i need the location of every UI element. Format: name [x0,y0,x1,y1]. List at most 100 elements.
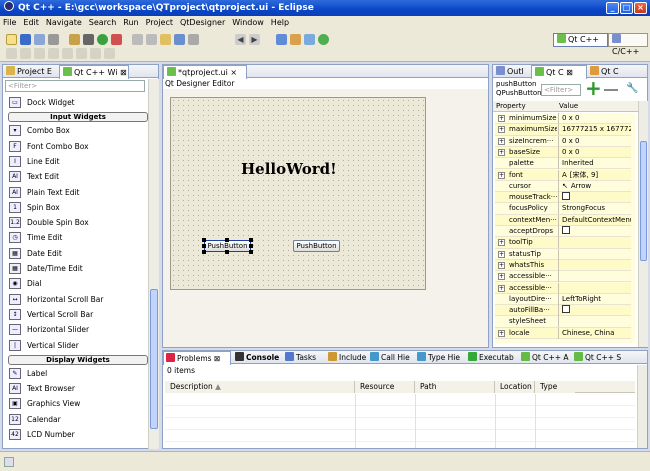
resize-handle[interactable] [202,250,206,254]
close-icon[interactable]: × [230,68,237,77]
property-row[interactable]: + font A [宋体, 9] [495,169,631,181]
widget-item-line-edit[interactable]: I Line Edit [3,154,148,169]
forward-icon[interactable]: ▶ [249,33,260,45]
remove-property-icon[interactable] [604,89,618,91]
property-row[interactable]: layoutDire··· LeftToRight [495,293,631,306]
menu-project[interactable]: Project [146,18,173,27]
widget-item-vertical-slider[interactable]: | Vertical Slider [3,338,148,353]
widget-item-lcd-number[interactable]: 42 LCD Number [3,427,148,442]
property-value[interactable]: 0 x 0 [558,146,631,158]
menu-qtdesigner[interactable]: QtDesigner [180,18,225,27]
menu-help[interactable]: Help [271,18,289,27]
menu-file[interactable]: File [3,18,16,27]
close-button[interactable]: × [634,2,647,14]
menu-edit[interactable]: Edit [23,18,39,27]
print-icon[interactable] [48,33,59,45]
property-scroll-thumb[interactable] [640,141,647,261]
save-all-icon[interactable] [34,33,45,45]
property-row[interactable]: mouseTrack··· [495,192,631,204]
run-icon[interactable] [97,33,108,45]
property-row[interactable]: focusPolicy StrongFocus [495,203,631,215]
adjust-size-icon[interactable] [104,47,115,59]
break-layout-icon[interactable] [90,47,101,59]
close-icon[interactable]: ⊠ [212,354,220,363]
form-window[interactable]: HelloWord! PushButton PushButton [170,97,426,290]
property-value[interactable] [558,316,631,328]
tab-outline[interactable]: Outl [493,65,531,78]
resize-handle[interactable] [249,238,253,242]
property-value[interactable]: StrongFocus [558,203,631,215]
property-value[interactable]: 0 x 0 [558,135,631,147]
property-scrollbar[interactable] [638,101,648,347]
property-value[interactable]: Inherited [558,158,631,170]
widget-item-date-edit[interactable]: ▦ Date Edit [3,246,148,261]
widget-item-spin-box[interactable]: 1 Spin Box [3,200,148,215]
widget-item-plain-text-edit[interactable]: AI Plain Text Edit [3,185,148,200]
resize-handle[interactable] [202,238,206,242]
hello-label[interactable]: HelloWord! [241,160,337,178]
open-folder-icon[interactable] [160,33,171,45]
property-row[interactable]: + statusTip [495,248,631,260]
property-value[interactable]: A [宋体, 9] [558,169,631,181]
property-checkbox[interactable] [562,226,570,234]
column-path[interactable]: Path [415,381,495,393]
property-value[interactable]: Chinese, China [558,327,631,339]
tab-console[interactable]: Console [233,351,281,364]
menu-search[interactable]: Search [89,18,116,27]
property-value[interactable] [558,192,631,204]
property-row[interactable]: + minimumSize 0 x 0 [495,113,631,125]
property-value[interactable]: DefaultContextMenu [558,214,631,226]
property-value[interactable] [558,259,631,271]
widget-item-dock-widget[interactable]: ▭ Dock Widget [3,95,148,110]
tab-call-hierarchy[interactable]: Call Hie [368,351,413,364]
property-row[interactable]: acceptDrops [495,226,631,238]
gear-icon[interactable] [83,33,94,45]
property-value[interactable] [558,237,631,249]
add-property-icon[interactable]: + [585,78,602,98]
widget-item-horizontal-scroll-bar[interactable]: ↔ Horizontal Scroll Bar [3,292,148,307]
property-value[interactable] [558,271,631,283]
tab-qt-cpp-s[interactable]: Qt C++ S [572,351,627,364]
menu-run[interactable]: Run [123,18,138,27]
tab-qt-cpp-a[interactable]: Qt C++ A [519,351,570,364]
property-value[interactable]: ↖ Arrow [558,180,631,192]
widget-item-graphics-view[interactable]: ▣ Graphics View [3,396,148,411]
tab-qtproject-ui[interactable]: *qtproject.ui × [163,65,247,79]
property-value[interactable]: 0 x 0 [558,113,631,124]
align-left-icon[interactable] [6,47,17,59]
resize-handle[interactable] [225,238,229,242]
widget-scrollbar[interactable] [148,79,159,449]
widget-item-vertical-scroll-bar[interactable]: ↕ Vertical Scroll Bar [3,307,148,322]
property-checkbox[interactable] [562,192,570,201]
copy-icon[interactable] [146,33,157,45]
tab-qt-widgets[interactable]: Qt C++ Wi ⊠ [59,65,129,79]
property-value[interactable] [558,305,631,317]
problems-scrollbar[interactable] [637,365,647,448]
property-value[interactable]: 16777215 x 16777215 [558,124,631,136]
save-icon[interactable] [20,33,31,45]
resize-handle[interactable] [249,244,253,248]
widget-item-label[interactable]: ✎ Label [3,366,148,381]
debug-icon[interactable] [111,33,122,45]
column-type[interactable]: Type [535,381,575,393]
property-value[interactable]: LeftToRight [558,293,631,305]
property-row[interactable]: + accessible··· [495,282,631,294]
align-center-icon[interactable] [20,47,31,59]
widget-item-combo-box[interactable]: ▾ Combo Box [3,123,148,138]
cut-icon[interactable] [132,33,143,45]
push-button-2[interactable]: PushButton [293,240,340,252]
tab-project-explorer[interactable]: Project E [3,65,59,78]
widget-item-text-edit[interactable]: AI Text Edit [3,169,148,184]
property-value[interactable] [558,226,631,237]
perspective-qt-cpp[interactable]: Qt C++ [553,33,608,47]
build-icon[interactable] [69,33,80,45]
minimize-button[interactable]: _ [606,2,619,14]
property-row[interactable]: + accessible··· [495,271,631,283]
widget-scroll-thumb[interactable] [150,289,158,429]
grid-icon[interactable] [76,47,87,59]
property-row[interactable]: + toolTip [495,237,631,249]
back-icon[interactable]: ◀ [235,33,246,45]
property-checkbox[interactable] [562,305,570,314]
pencil-icon[interactable] [188,33,199,45]
property-value[interactable] [558,248,631,260]
